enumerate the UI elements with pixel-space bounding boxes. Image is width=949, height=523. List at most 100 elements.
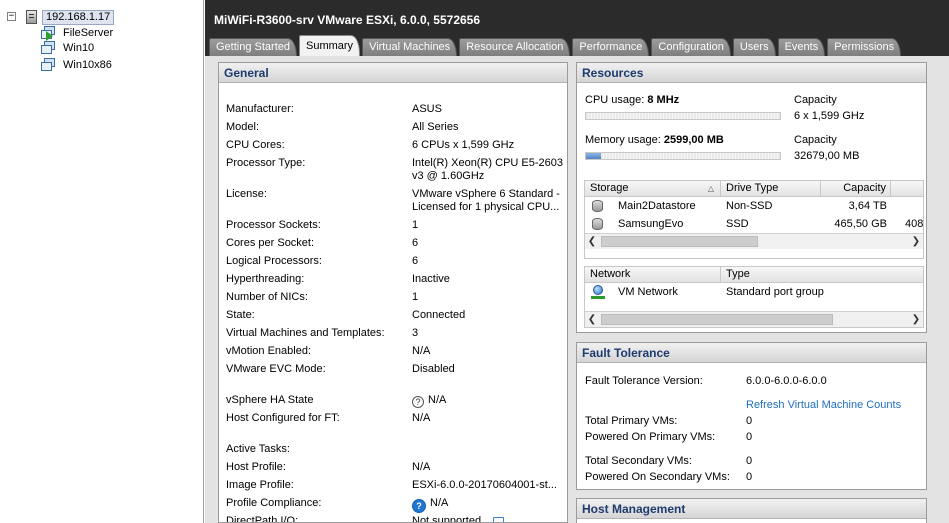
tree-vm-item[interactable]: FileServer: [41, 25, 113, 41]
network-column-header[interactable]: Network: [585, 267, 721, 282]
general-field-value-text: ASUS: [412, 103, 442, 115]
vm-powered-on-icon: [41, 26, 56, 41]
network-table: Network Type VM Network Standard port gr…: [584, 266, 924, 328]
general-panel-title: General: [219, 63, 567, 83]
datastore-name: Main2Datastore: [618, 200, 696, 212]
summary-content: General Manufacturer: ASUS Model: All Serie…: [205, 56, 949, 523]
storage-column-header[interactable]: Storage △: [585, 181, 721, 196]
general-field-value: 3: [412, 327, 567, 340]
vm-icon: [41, 58, 56, 72]
general-field-value-text: ESXi-6.0.0-20170604001-st...: [412, 479, 557, 491]
storage-table: Storage △ Drive Type Capacity Main2Datast…: [584, 180, 924, 259]
general-field-label: VMware EVC Mode:: [226, 363, 326, 375]
collapse-toggle[interactable]: −: [7, 12, 16, 21]
total-secondary-label: Total Secondary VMs:: [585, 455, 692, 467]
general-field-value-text: VMware vSphere 6 Standard -: [412, 188, 560, 200]
tree-vm-label: FileServer: [63, 27, 114, 39]
scroll-left-icon[interactable]: ❮: [585, 234, 599, 249]
tab-bar: Getting Started Summary Virtual Machines…: [209, 35, 903, 56]
fault-tolerance-panel: Fault Tolerance Fault Tolerance Version:…: [576, 342, 927, 490]
network-type: Standard port group: [726, 286, 824, 298]
general-field-value-text: 6 CPUs x 1,599 GHz: [412, 139, 515, 151]
general-field-value: ? N/A: [412, 497, 567, 513]
tree-vm-item[interactable]: Win10: [41, 40, 94, 56]
general-field-value-text: N/A: [430, 497, 449, 509]
general-field-value-text: N/A: [428, 394, 447, 406]
cpu-usage-label: CPU usage: 8 MHz: [585, 94, 680, 106]
general-field-value-text: All Series: [412, 121, 459, 133]
cpu-usage-value: 8 MHz: [647, 94, 680, 106]
general-field-label: Model:: [226, 121, 260, 133]
total-primary-value: 0: [746, 415, 753, 427]
drive-type-column-header[interactable]: Drive Type: [721, 181, 821, 196]
tab-users[interactable]: Users: [732, 38, 776, 56]
general-field-value-text: 3: [412, 327, 419, 339]
table-row[interactable]: Main2Datastore Non-SSD 3,64 TB: [585, 197, 923, 215]
tree-vm-label: Win10: [63, 42, 95, 54]
network-horizontal-scrollbar[interactable]: ❮ ❯: [585, 311, 923, 327]
cpu-usage-bar: [585, 112, 781, 120]
tree-host-item[interactable]: 192.168.1.17: [26, 9, 115, 25]
tab-configuration[interactable]: Configuration: [651, 38, 731, 56]
general-field-value: VMware vSphere 6 Standard - Licensed for …: [412, 188, 567, 214]
sort-ascending-icon: △: [707, 184, 714, 193]
scroll-right-icon[interactable]: ❯: [909, 312, 923, 327]
general-field-label: Cores per Socket:: [226, 237, 315, 249]
capacity-column-header[interactable]: Capacity: [821, 181, 891, 196]
general-field-label: Virtual Machines and Templates:: [226, 327, 385, 339]
datastore-name: SamsungEvo: [618, 218, 684, 230]
extra-column-header[interactable]: [891, 181, 923, 196]
tab-virtual-machines[interactable]: Virtual Machines: [362, 38, 458, 56]
storage-table-header: Storage △ Drive Type Capacity: [585, 181, 923, 197]
datastore-icon: [592, 200, 603, 212]
general-field-value-text: 6: [412, 255, 419, 267]
tab-getting-started[interactable]: Getting Started: [209, 38, 297, 56]
general-field-value-text: Inactive: [412, 273, 450, 285]
general-field-label: Hyperthreading:: [226, 273, 305, 285]
scroll-left-icon[interactable]: ❮: [585, 312, 599, 327]
general-field-value-text: 6: [412, 237, 419, 249]
table-row[interactable]: VM Network Standard port group: [585, 283, 923, 301]
general-field-label: Host Profile:: [226, 461, 286, 473]
general-field-label: Processor Type:: [226, 157, 306, 169]
type-column-header[interactable]: Type: [721, 267, 923, 282]
fault-tolerance-panel-title: Fault Tolerance: [577, 343, 926, 363]
help-icon[interactable]: ?: [412, 499, 426, 513]
tab-events[interactable]: Events: [777, 38, 826, 56]
storage-horizontal-scrollbar[interactable]: ❮ ❯: [585, 233, 923, 249]
vm-icon: [41, 41, 56, 55]
memory-capacity-value: 32679,00 MB: [794, 150, 860, 162]
memory-usage-label: Memory usage: 2599,00 MB: [585, 134, 724, 146]
network-icon: [591, 285, 605, 299]
powered-secondary-value: 0: [746, 471, 753, 483]
scrollbar-thumb[interactable]: [601, 314, 833, 325]
total-secondary-value: 0: [746, 455, 753, 467]
network-name: VM Network: [618, 286, 678, 298]
tab-performance[interactable]: Performance: [572, 38, 650, 56]
refresh-vm-counts-link[interactable]: Refresh Virtual Machine Counts: [746, 399, 901, 411]
tree-vm-item[interactable]: Win10x86: [41, 57, 112, 73]
host-management-panel: Host Management: [576, 498, 927, 523]
cpu-capacity-value: 6 x 1,599 GHz: [794, 110, 865, 122]
datastore-extra: 408: [905, 218, 924, 230]
general-field-value: ? N/A: [412, 394, 567, 408]
tree-host-label: 192.168.1.17: [42, 9, 115, 25]
tab-summary[interactable]: Summary: [299, 35, 361, 56]
general-field-value: All Series: [412, 121, 567, 134]
help-icon[interactable]: ?: [412, 396, 424, 408]
general-field-label: CPU Cores:: [226, 139, 285, 151]
general-field-label: License:: [226, 188, 267, 200]
scrollbar-thumb[interactable]: [601, 236, 758, 247]
general-field-value-text: Intel(R) Xeon(R) CPU E5-2603: [412, 157, 564, 169]
comment-bubble-icon[interactable]: [493, 517, 505, 522]
general-field-value: Disabled: [412, 363, 567, 376]
network-table-header: Network Type: [585, 267, 923, 283]
general-field-value: Intel(R) Xeon(R) CPU E5-2603 v3 @ 1.60GHz: [412, 157, 567, 183]
tab-permissions[interactable]: Permissions: [827, 38, 902, 56]
cpu-capacity-label: Capacity: [794, 94, 837, 106]
tab-resource-allocation[interactable]: Resource Allocation: [459, 38, 571, 56]
table-row[interactable]: SamsungEvo SSD 465,50 GB 408: [585, 215, 923, 233]
memory-usage-bar: [585, 152, 781, 160]
scroll-right-icon[interactable]: ❯: [909, 234, 923, 249]
inventory-tree: − 192.168.1.17 FileServer Win10 Win10x86: [0, 0, 204, 523]
